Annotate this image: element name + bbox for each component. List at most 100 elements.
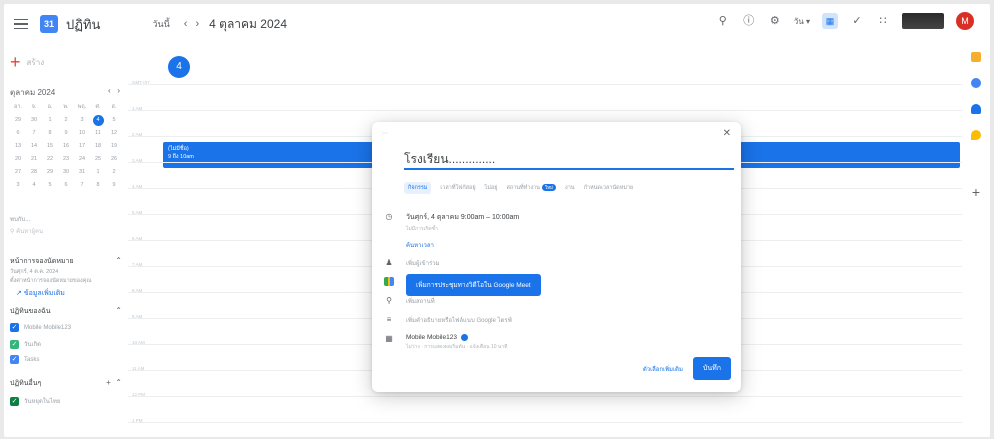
mini-day[interactable]: 29 xyxy=(10,115,26,126)
mini-day[interactable]: 9 xyxy=(106,180,122,191)
mini-day[interactable]: 27 xyxy=(10,167,26,178)
location-row[interactable]: ⚲ เพิ่มสถานที่ xyxy=(384,296,435,306)
mini-day[interactable]: 17 xyxy=(74,141,90,152)
drag-handle-icon[interactable]: ⋯ xyxy=(382,130,388,137)
booking-more-link[interactable]: ↗ ข้อมูลเพิ่มเติม xyxy=(16,288,65,299)
mini-day[interactable]: 2 xyxy=(58,115,74,126)
mini-day[interactable]: 19 xyxy=(106,141,122,152)
apps-grid-icon[interactable]: ∷ xyxy=(876,14,890,28)
checkbox-icon[interactable]: ✓ xyxy=(10,323,19,332)
avatar[interactable]: M xyxy=(956,12,974,30)
workspace-thumbnail[interactable] xyxy=(902,13,944,29)
more-options-button[interactable]: ตัวเลือกเพิ่มเติม xyxy=(643,364,683,374)
mini-day[interactable]: 28 xyxy=(26,167,42,178)
mini-day[interactable]: 8 xyxy=(42,128,58,139)
calendar-color-dot xyxy=(460,334,468,341)
mini-day[interactable]: 4 xyxy=(26,180,42,191)
mini-day[interactable]: 15 xyxy=(42,141,58,152)
mini-day[interactable]: 8 xyxy=(90,180,106,191)
view-selector[interactable]: วัน ▾ xyxy=(794,15,810,28)
mini-day[interactable]: 5 xyxy=(106,115,122,126)
mini-day[interactable]: 30 xyxy=(26,115,42,126)
tasks-view-icon[interactable]: ✓ xyxy=(850,14,864,28)
calendar-item-1[interactable]: ✓ วันเกิด xyxy=(10,339,41,349)
mini-day[interactable]: 5 xyxy=(42,180,58,191)
tab-event[interactable]: กิจกรรม xyxy=(404,182,432,194)
mini-day[interactable]: 9 xyxy=(58,128,74,139)
tab-out-of-office[interactable]: ไม่อยู่ xyxy=(485,184,498,192)
mini-day[interactable]: 12 xyxy=(106,128,122,139)
close-icon[interactable]: ✕ xyxy=(723,128,731,139)
event-block[interactable]: (ไม่มีชื่อ) 9 ถึง 10am xyxy=(163,142,373,168)
add-chevron-icons[interactable]: + ⌃ xyxy=(106,378,122,389)
next-day-icon[interactable]: › xyxy=(195,18,199,30)
mini-day[interactable]: 1 xyxy=(42,115,58,126)
maps-icon[interactable] xyxy=(971,130,981,140)
settings-icon[interactable]: ⚙ xyxy=(768,14,782,28)
day-number-badge[interactable]: 4 xyxy=(168,56,190,78)
main-menu-icon[interactable] xyxy=(14,18,28,30)
search-people-input[interactable]: ⚲ ค้นหาผู้คน xyxy=(10,226,110,238)
help-icon[interactable]: ⓘ xyxy=(742,14,756,28)
mini-day[interactable]: 29 xyxy=(42,167,58,178)
mini-prev-icon[interactable]: ‹ xyxy=(108,86,111,95)
create-button[interactable]: + สร้าง xyxy=(10,53,44,71)
add-meet-button[interactable]: เพิ่มการประชุมทางวิดีโอใน Google Meet xyxy=(406,274,541,296)
other-calendars-header[interactable]: ปฏิทินอื่นๆ + ⌃ xyxy=(10,378,122,389)
mini-day[interactable]: 4 xyxy=(92,115,104,126)
save-button[interactable]: บันทึก xyxy=(692,357,731,380)
event-block-continued[interactable] xyxy=(740,142,960,168)
mini-day[interactable]: 2 xyxy=(106,167,122,178)
event-datetime[interactable]: วันศุกร์, 4 ตุลาคม 9:00am – 10:00am xyxy=(406,212,519,223)
mini-day[interactable]: 31 xyxy=(74,167,90,178)
tab-appointment[interactable]: กำหนดเวลานัดหมาย xyxy=(584,184,634,192)
prev-day-icon[interactable]: ‹ xyxy=(184,18,188,30)
mini-day[interactable]: 6 xyxy=(10,128,26,139)
tab-working-location[interactable]: สถานที่ทำงาน ใหม่ xyxy=(506,184,557,192)
mini-day[interactable]: 3 xyxy=(74,115,90,126)
mini-day[interactable]: 18 xyxy=(90,141,106,152)
mini-day[interactable]: 16 xyxy=(58,141,74,152)
mini-day[interactable]: 23 xyxy=(58,154,74,165)
mini-day[interactable]: 21 xyxy=(26,154,42,165)
datetime-row[interactable]: ◷ วันศุกร์, 4 ตุลาคม 9:00am – 10:00am ไม… xyxy=(384,212,520,233)
event-title-input[interactable]: โรงเรียน.............. xyxy=(404,148,734,170)
my-calendars-header[interactable]: ปฏิทินของฉัน ⌃ xyxy=(10,306,122,317)
mini-day[interactable]: 3 xyxy=(10,180,26,191)
tab-focus-time[interactable]: เวลาที่โฟกัสอยู่ xyxy=(440,184,475,192)
checkbox-icon[interactable]: ✓ xyxy=(10,396,19,406)
mini-day[interactable]: 14 xyxy=(26,141,42,152)
mini-day[interactable]: 11 xyxy=(90,128,106,139)
mini-day[interactable]: 7 xyxy=(26,128,42,139)
mini-day[interactable]: 6 xyxy=(58,180,74,191)
tasks-icon[interactable] xyxy=(971,78,981,88)
find-time-link[interactable]: ค้นหาเวลา xyxy=(406,240,434,250)
mini-day[interactable]: 1 xyxy=(90,167,106,178)
other-calendar-item-0[interactable]: ✓ วันหยุดในไทย xyxy=(10,396,60,406)
calendar-item-0[interactable]: ✓ Mobile Mobile123 xyxy=(10,323,71,332)
calendar-view-icon[interactable]: ▦ xyxy=(822,13,838,29)
checkbox-icon[interactable]: ✓ xyxy=(10,339,19,349)
today-button[interactable]: วันนี้ xyxy=(152,17,169,31)
checkbox-icon[interactable]: ✓ xyxy=(10,355,19,364)
mini-day[interactable]: 20 xyxy=(10,154,26,165)
booking-section-header[interactable]: หน้าการจองนัดหมาย ⌃ xyxy=(10,256,122,267)
guests-row[interactable]: ♟ เพิ่มผู้เข้าร่วม xyxy=(384,258,439,268)
calendar-item-2[interactable]: ✓ Tasks xyxy=(10,355,39,364)
mini-day[interactable]: 24 xyxy=(74,154,90,165)
mini-day[interactable]: 7 xyxy=(74,180,90,191)
add-addon-icon[interactable]: + xyxy=(972,185,980,199)
mini-day[interactable]: 10 xyxy=(74,128,90,139)
calendar-owner-row[interactable]: ▦ Mobile Mobile123 ไม่ว่าง · การแสดงผลเร… xyxy=(384,334,507,351)
mini-day[interactable]: 25 xyxy=(90,154,106,165)
contacts-icon[interactable] xyxy=(971,104,981,114)
mini-next-icon[interactable]: › xyxy=(117,86,120,95)
mini-day[interactable]: 13 xyxy=(10,141,26,152)
mini-day[interactable]: 26 xyxy=(106,154,122,165)
description-row[interactable]: ≡ เพิ่มคำอธิบายหรือไฟล์แนบ Google ไดรฟ์ xyxy=(384,315,512,325)
mini-day[interactable]: 22 xyxy=(42,154,58,165)
tab-task[interactable]: งาน xyxy=(565,184,575,192)
keep-icon[interactable] xyxy=(971,52,981,62)
search-icon[interactable]: ⚲ xyxy=(716,14,730,28)
mini-day[interactable]: 30 xyxy=(58,167,74,178)
